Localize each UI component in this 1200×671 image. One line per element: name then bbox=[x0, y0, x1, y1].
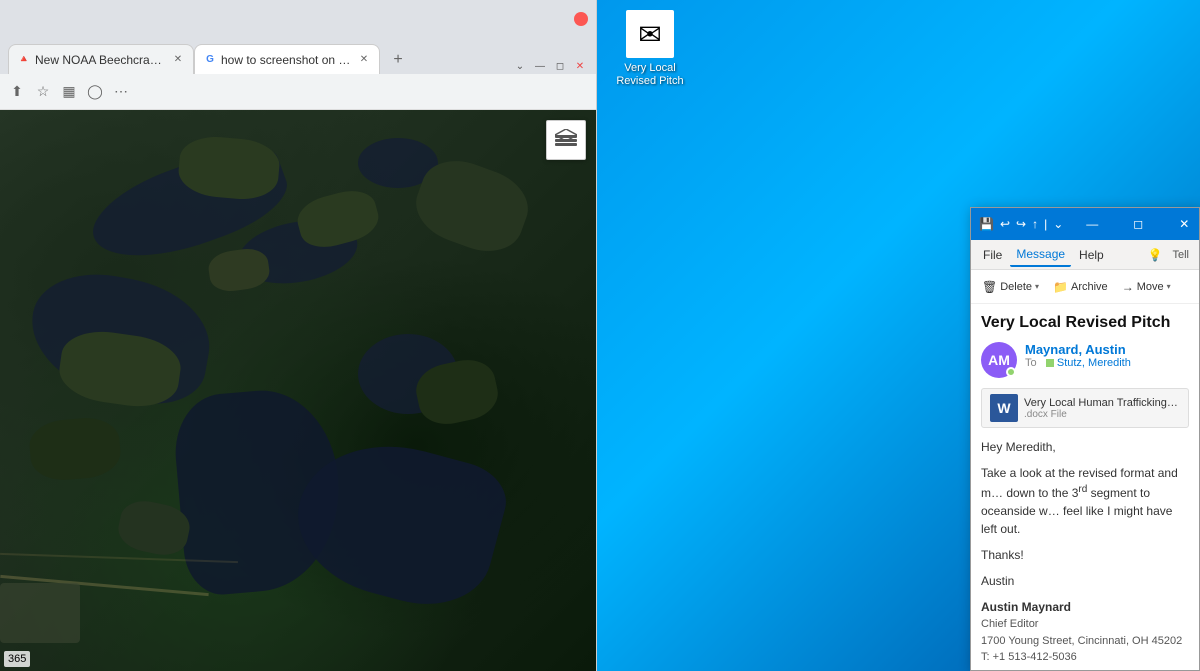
tab-collapse-button[interactable]: ⌄ bbox=[512, 58, 528, 74]
delete-chevron: ▾ bbox=[1035, 282, 1039, 291]
to-name[interactable]: Stutz, Meredith bbox=[1057, 357, 1131, 369]
move-label: Move bbox=[1137, 281, 1164, 293]
google-favicon: G bbox=[203, 53, 217, 67]
attachment-type: .docx File bbox=[1024, 409, 1180, 420]
sender-row: AM Maynard, Austin To Stutz, Meredith bbox=[981, 342, 1189, 378]
sig-phone: T: +1 513-412-5036 bbox=[981, 649, 1189, 666]
sig-address: 1700 Young Street, Cincinnati, OH 45202 bbox=[981, 633, 1189, 650]
more-icon: ⌄ bbox=[1053, 217, 1063, 231]
window-restore-button[interactable]: ◻ bbox=[552, 58, 568, 74]
undo-icon: ↩ bbox=[1000, 217, 1010, 231]
separator-icon: | bbox=[1044, 217, 1047, 231]
attachment[interactable]: W Very Local Human Trafficking Pitch.do … bbox=[981, 388, 1189, 428]
window-controls: — ◻ ✕ bbox=[1069, 208, 1200, 240]
browser-titlebar: ✕ bbox=[0, 0, 596, 38]
to-label: To bbox=[1025, 357, 1037, 369]
profile-icon[interactable]: ◯ bbox=[86, 83, 104, 101]
desktop-icon-email[interactable]: ✉ Very Local Revised Pitch bbox=[610, 10, 690, 88]
ribbon-tab-message[interactable]: Message bbox=[1010, 243, 1071, 267]
word-icon: W bbox=[990, 394, 1018, 422]
move-chevron: ▾ bbox=[1167, 282, 1171, 291]
body-signoff: Thanks! bbox=[981, 546, 1189, 564]
sidebar-icon[interactable]: ▦ bbox=[60, 83, 78, 101]
sender-name[interactable]: Maynard, Austin bbox=[1025, 342, 1189, 357]
move-icon: → bbox=[1122, 280, 1134, 294]
trash-icon: 🗑 bbox=[982, 280, 997, 294]
ribbon-tabs: File Message Help 💡 Tell bbox=[971, 240, 1199, 270]
body-greeting: Hey Meredith, bbox=[981, 438, 1189, 456]
email-toolbar: 🗑 Delete ▾ 📁 Archive → Move ▾ bbox=[971, 270, 1199, 304]
close-button[interactable]: ✕ bbox=[1161, 208, 1200, 240]
up-icon: ↑ bbox=[1032, 217, 1038, 231]
delete-label: Delete bbox=[1000, 281, 1032, 293]
browser-tabs: 🔺 New NOAA Beechcraft Kin ✕ G how to scr… bbox=[0, 38, 596, 74]
archive-label: Archive bbox=[1071, 281, 1108, 293]
map-background bbox=[0, 110, 596, 671]
move-button[interactable]: → Move ▾ bbox=[1117, 277, 1176, 297]
bookmark-icon[interactable]: ☆ bbox=[34, 83, 52, 101]
map-area: 365 bbox=[0, 110, 596, 671]
window-minimize-button[interactable]: — bbox=[532, 58, 548, 74]
browser-tab-noaa[interactable]: 🔺 New NOAA Beechcraft Kin ✕ bbox=[8, 44, 194, 74]
word-letter: W bbox=[997, 400, 1010, 416]
tab-title-google: how to screenshot on win bbox=[221, 53, 351, 67]
delete-button[interactable]: 🗑 Delete ▾ bbox=[977, 277, 1044, 297]
body-paragraph1: Take a look at the revised format and m…… bbox=[981, 464, 1189, 538]
tab-close-noaa[interactable]: ✕ bbox=[171, 53, 185, 67]
browser-toolbar: ⬆ ☆ ▦ ◯ ⋯ bbox=[0, 74, 596, 110]
email-window: 💾 ↩ ↪ ↑ | ⌄ — ◻ ✕ File Message Help 💡 Te… bbox=[970, 207, 1200, 671]
archive-button[interactable]: 📁 Archive bbox=[1048, 277, 1113, 297]
sender-initials: AM bbox=[988, 352, 1010, 368]
email-titlebar: 💾 ↩ ↪ ↑ | ⌄ — ◻ ✕ bbox=[971, 208, 1199, 240]
browser-window: ✕ 🔺 New NOAA Beechcraft Kin ✕ G how to s… bbox=[0, 0, 597, 671]
ribbon-tab-help[interactable]: Help bbox=[1073, 244, 1110, 266]
status-dot bbox=[1006, 367, 1016, 377]
noaa-favicon: 🔺 bbox=[17, 53, 31, 67]
sender-to: To Stutz, Meredith bbox=[1025, 357, 1189, 369]
tab-title-noaa: New NOAA Beechcraft Kin bbox=[35, 53, 165, 67]
email-body: Hey Meredith, Take a look at the revised… bbox=[981, 438, 1189, 666]
tab-controls: ⌄ — ◻ ✕ bbox=[512, 58, 588, 74]
body-signname: Austin bbox=[981, 572, 1189, 590]
maximize-button[interactable]: ◻ bbox=[1115, 208, 1161, 240]
share-icon[interactable]: ⬆ bbox=[8, 83, 26, 101]
archive-icon: 📁 bbox=[1053, 280, 1068, 294]
email-content: Very Local Revised Pitch AM Maynard, Aus… bbox=[971, 304, 1199, 670]
save-icon: 💾 bbox=[979, 217, 994, 231]
minimize-button[interactable]: — bbox=[1069, 208, 1115, 240]
desktop-icon-label: Very Local Revised Pitch bbox=[616, 62, 683, 88]
redo-icon: ↪ bbox=[1016, 217, 1026, 231]
email-signature: Austin Maynard Chief Editor 1700 Young S… bbox=[981, 598, 1189, 666]
menu-icon[interactable]: ⋯ bbox=[112, 83, 130, 101]
browser-tab-google[interactable]: G how to screenshot on win ✕ bbox=[194, 44, 380, 74]
sender-avatar: AM bbox=[981, 342, 1017, 378]
tab-close-google[interactable]: ✕ bbox=[357, 53, 371, 67]
ribbon-tab-file[interactable]: File bbox=[977, 244, 1008, 266]
sig-title: Chief Editor bbox=[981, 616, 1189, 633]
map-coordinates: 365 bbox=[4, 651, 30, 667]
tell-me-label[interactable]: Tell bbox=[1168, 245, 1193, 265]
sender-info: Maynard, Austin To Stutz, Meredith bbox=[1025, 342, 1189, 369]
attachment-info: Very Local Human Trafficking Pitch.do .d… bbox=[1024, 397, 1180, 420]
window-close-button[interactable]: ✕ bbox=[572, 58, 588, 74]
attachment-name: Very Local Human Trafficking Pitch.do bbox=[1024, 397, 1180, 409]
map-layers-button[interactable] bbox=[546, 120, 586, 160]
sig-name: Austin Maynard bbox=[981, 598, 1189, 616]
email-subject: Very Local Revised Pitch bbox=[981, 314, 1189, 332]
new-tab-button[interactable]: + bbox=[384, 46, 412, 74]
browser-close-button[interactable]: ✕ bbox=[574, 12, 588, 26]
email-icon: ✉ bbox=[626, 10, 674, 58]
lightbulb-icon: 💡 bbox=[1144, 244, 1167, 266]
